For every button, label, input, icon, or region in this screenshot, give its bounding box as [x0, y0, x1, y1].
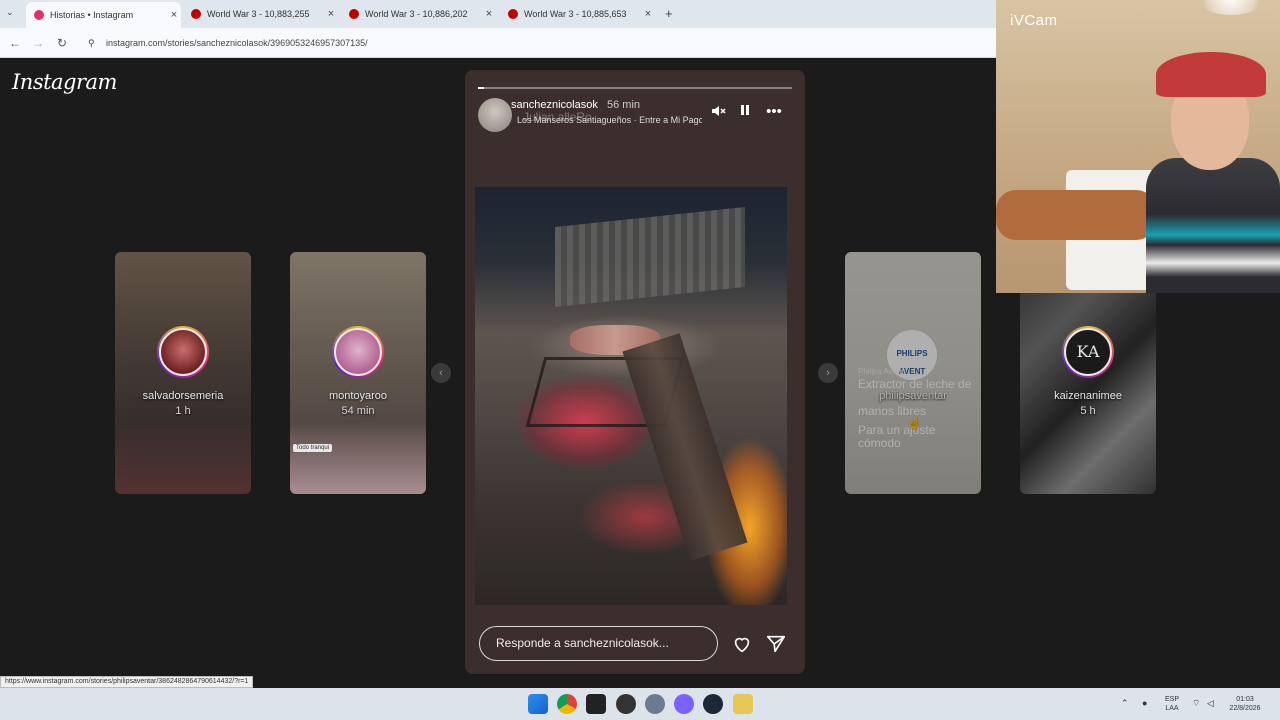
language-indicator[interactable]: ESP LAA: [1160, 695, 1184, 713]
microphone-icon[interactable]: ●: [1142, 698, 1147, 708]
clock[interactable]: 01:03 22/8/2026: [1222, 695, 1268, 713]
side-story-salvadorsemeria[interactable]: salvadorsemeria 1 h: [115, 252, 251, 494]
next-story-button[interactable]: ›: [818, 363, 838, 383]
tab-world-war-1[interactable]: World War 3 - 10,883,255 ×: [183, 4, 338, 24]
story-time: 54 min: [341, 405, 375, 417]
ad-text-2: cómodo: [858, 436, 901, 450]
close-icon[interactable]: ×: [641, 8, 655, 20]
story-time: 5 h: [1080, 405, 1096, 417]
tab-title: World War 3 - 10,883,255: [207, 9, 310, 19]
avatar: [157, 326, 209, 378]
settings-icon[interactable]: [645, 694, 665, 714]
side-story-philipsaventar[interactable]: PHILIPS AVENT Philips Avent Extractor de…: [845, 252, 981, 494]
network-icon[interactable]: ⌔: [1192, 698, 1200, 709]
story-progress-bar: [478, 87, 792, 89]
windows-taskbar: ⌃ ● ESP LAA ⌔ ◁ 01:03 22/8/2026: [0, 688, 1280, 720]
tab-instagram[interactable]: Historias • Instagram ×: [26, 2, 181, 28]
webcam-person-cap: [1156, 52, 1266, 97]
mouse-cursor-icon: ☝: [907, 416, 922, 430]
story-username: kaizenanimee: [1054, 390, 1122, 402]
story-caption: Todo tranqui: [293, 444, 333, 452]
keyboard-layout: LAA: [1165, 705, 1179, 712]
tab-title: Historias • Instagram: [50, 10, 134, 20]
story-music[interactable]: Los Manseros Santiagueños · Entre a Mi P…: [517, 115, 702, 125]
heart-icon[interactable]: [731, 633, 753, 655]
tab-title: World War 3 - 10,886,202: [365, 9, 468, 19]
status-bar-url: https://www.instagram.com/stories/philip…: [0, 676, 254, 688]
volume-icon[interactable]: ◁: [1207, 698, 1214, 709]
story-photo: [475, 187, 787, 605]
close-icon[interactable]: ×: [482, 8, 496, 20]
clock-date: 22/8/2026: [1229, 705, 1261, 712]
file-icon[interactable]: [733, 694, 753, 714]
avatar[interactable]: [478, 98, 512, 132]
avatar: KA: [1062, 326, 1114, 378]
tab-world-war-2[interactable]: World War 3 - 10,886,202 ×: [341, 4, 496, 24]
site-info-icon[interactable]: ⚲: [88, 32, 95, 54]
webcam-lamp: [1196, 0, 1266, 15]
site-icon: [191, 9, 201, 19]
instagram-icon: [34, 10, 44, 20]
discord-icon[interactable]: [674, 694, 694, 714]
terminal-icon[interactable]: [586, 694, 606, 714]
new-tab-button[interactable]: +: [665, 6, 673, 21]
webcam-overlay: iVCam: [996, 0, 1280, 293]
previous-story-button[interactable]: ‹: [431, 363, 451, 383]
back-icon[interactable]: ←: [6, 34, 24, 52]
story-time: 56 min: [607, 99, 641, 111]
chevron-up-icon[interactable]: ⌃: [1121, 698, 1129, 709]
story-username[interactable]: sancheznicolasok: [511, 99, 598, 111]
url-input[interactable]: ⚲ instagram.com/stories/sancheznicolasok…: [80, 32, 980, 54]
more-options-icon[interactable]: •••: [765, 103, 783, 121]
avatar: [332, 326, 384, 378]
address-bar-row: ← → ↻ ⚲ instagram.com/stories/sancheznic…: [0, 28, 996, 58]
browser-tab-bar: ⌄ Historias • Instagram × World War 3 - …: [0, 0, 996, 28]
close-icon[interactable]: ×: [167, 9, 181, 21]
webcam-label: iVCam: [1010, 12, 1058, 29]
clock-time: 01:03: [1236, 696, 1254, 703]
start-icon[interactable]: [528, 694, 548, 714]
forward-icon[interactable]: →: [29, 34, 47, 52]
url-text: instagram.com/stories/sancheznicolasok/3…: [106, 38, 368, 48]
site-icon: [508, 9, 518, 19]
site-icon: [349, 9, 359, 19]
story-username: salvadorsemeria: [142, 390, 224, 402]
photo-log: [622, 333, 748, 561]
webcam-person-body: [1146, 158, 1280, 293]
story-progress-fill: [478, 87, 485, 89]
steam-icon[interactable]: [703, 694, 723, 714]
active-story: Julian alleRo sancheznicolasok 56 min Lo…: [465, 70, 805, 674]
reload-icon[interactable]: ↻: [53, 34, 71, 52]
pause-icon[interactable]: [736, 103, 754, 121]
tab-title: World War 3 - 10,885,653: [524, 9, 627, 19]
side-story-montoyaroo[interactable]: montoyaroo 54 min Todo tranqui: [290, 252, 426, 494]
tab-world-war-3[interactable]: World War 3 - 10,885,653 ×: [500, 4, 655, 24]
tab-list-chevron-icon[interactable]: ⌄: [6, 7, 14, 18]
chrome-icon[interactable]: [557, 694, 577, 714]
webcam-arm: [996, 190, 1156, 240]
instagram-logo[interactable]: Instagram: [12, 70, 117, 94]
mute-icon[interactable]: [709, 103, 727, 121]
close-icon[interactable]: ×: [324, 8, 338, 20]
story-username: philipsaventar: [879, 390, 947, 402]
photo-fence: [555, 207, 745, 307]
send-icon[interactable]: [765, 633, 787, 655]
story-time: 1 h: [175, 405, 191, 417]
reply-input[interactable]: Responde a sancheznicolasok...: [479, 626, 718, 661]
story-username: montoyaroo: [328, 390, 388, 402]
app-icon[interactable]: [616, 694, 636, 714]
ad-text-1: Para un ajuste: [858, 423, 936, 437]
ad-brand: Philips Avent: [858, 367, 904, 376]
language-code: ESP: [1164, 696, 1179, 703]
